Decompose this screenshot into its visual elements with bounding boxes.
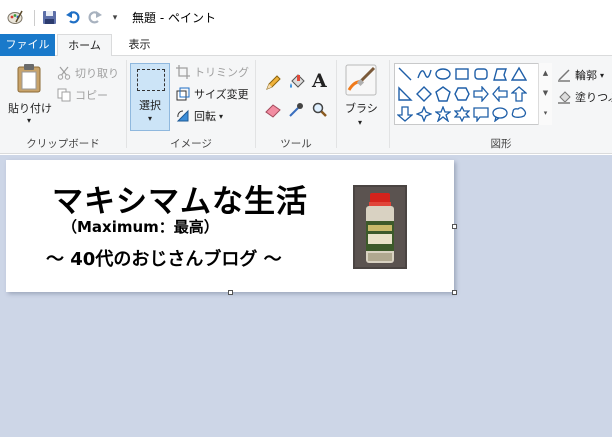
canvas-title-text: マキシマムな生活 <box>52 184 308 220</box>
shapes-gallery-scrollbar[interactable]: ▲ ▼ ▾ <box>538 63 552 125</box>
right-triangle-shape-icon[interactable] <box>395 84 415 104</box>
paste-icon[interactable] <box>16 63 44 96</box>
eraser-icon[interactable] <box>264 102 282 121</box>
paint-app-icon[interactable] <box>6 8 24 26</box>
paste-label: 貼り付け <box>8 102 52 115</box>
brushes-dropdown-caret[interactable]: ▾ <box>358 118 362 127</box>
tab-home[interactable]: ホーム <box>57 34 112 57</box>
rectangular-callout-shape-icon[interactable] <box>471 104 491 124</box>
customize-quick-access-icon[interactable]: ▾ <box>106 9 124 27</box>
crop-label: トリミング <box>194 66 249 79</box>
cloud-callout-shape-icon[interactable] <box>509 104 529 124</box>
title-bar: ▾ 無題 - ペイント <box>0 0 612 34</box>
color-picker-icon[interactable] <box>288 102 304 121</box>
outline-button[interactable]: 輪郭 ▾ <box>556 65 604 85</box>
fill-bucket-icon[interactable] <box>288 73 306 94</box>
scissors-icon <box>56 65 72 81</box>
clipboard-group-label: クリップボード <box>26 138 100 150</box>
magnifier-icon[interactable] <box>312 102 328 121</box>
rotate-icon <box>175 108 191 124</box>
outline-dropdown-caret: ▾ <box>600 70 605 80</box>
select-label: 選択 <box>139 99 161 112</box>
select-rectangle-icon <box>137 69 165 91</box>
canvas-resize-handle-bottom[interactable] <box>228 290 233 295</box>
window-title: 無題 - ペイント <box>132 11 216 25</box>
brushes-button[interactable]: ブラシ <box>345 100 378 116</box>
four-point-star-shape-icon[interactable] <box>414 104 434 124</box>
cut-button[interactable]: 切り取り <box>56 63 119 83</box>
canvas-subtitle-text: （Maximum：最高） <box>62 218 219 236</box>
gallery-scroll-up-icon[interactable]: ▲ <box>539 63 552 83</box>
curve-shape-icon[interactable] <box>414 64 434 84</box>
rotate-dropdown-caret: ▾ <box>219 111 224 121</box>
up-arrow-shape-icon[interactable] <box>509 84 529 104</box>
canvas-resize-handle-corner[interactable] <box>452 290 457 295</box>
outline-label: 輪郭 <box>575 69 597 82</box>
fill-label: 塗りつぶ <box>575 91 612 104</box>
gallery-scroll-down-icon[interactable]: ▼ <box>539 83 552 103</box>
crop-button[interactable]: トリミング <box>175 62 249 82</box>
pencil-icon[interactable] <box>264 74 282 95</box>
image-group-label: イメージ <box>170 138 212 150</box>
save-icon[interactable] <box>40 8 58 26</box>
ribbon: 貼り付け ▾ 切り取り コピー クリップボード 選択 ▾ トリミング サイズ変更… <box>0 56 612 154</box>
brushes-label: ブラシ <box>345 102 378 115</box>
undo-icon[interactable] <box>64 8 82 26</box>
six-point-star-shape-icon[interactable] <box>452 104 472 124</box>
down-arrow-shape-icon[interactable] <box>395 104 415 124</box>
fill-button[interactable]: 塗りつぶ <box>556 87 612 107</box>
outline-icon <box>556 67 572 83</box>
copy-icon <box>56 87 72 103</box>
rounded-rectangle-shape-icon[interactable] <box>471 64 491 84</box>
copy-label: コピー <box>75 89 108 102</box>
rotate-label: 回転 <box>194 110 216 123</box>
drawing-canvas[interactable]: マキシマムな生活 （Maximum：最高） ～ 40代のおじさんブログ ～ <box>6 160 454 292</box>
brush-icon[interactable] <box>345 64 377 99</box>
tools-group-label: ツール <box>280 138 312 150</box>
left-arrow-shape-icon[interactable] <box>490 84 510 104</box>
triangle-shape-icon[interactable] <box>509 64 529 84</box>
copy-button[interactable]: コピー <box>56 85 108 105</box>
resize-label: サイズ変更 <box>194 88 249 101</box>
resize-icon <box>175 86 191 102</box>
image-group: 選択 ▾ トリミング サイズ変更 回転 ▾ イメージ <box>127 56 255 154</box>
brushes-group: ブラシ ▾ <box>337 56 389 154</box>
rotate-button[interactable]: 回転 ▾ <box>175 106 223 126</box>
crop-icon <box>175 64 191 80</box>
ribbon-tabs: ファイル ホーム 表示 <box>0 34 612 57</box>
rectangle-shape-icon[interactable] <box>452 64 472 84</box>
line-shape-icon[interactable] <box>395 64 415 84</box>
tab-file[interactable]: ファイル <box>0 34 55 56</box>
right-arrow-shape-icon[interactable] <box>471 84 491 104</box>
gallery-expand-icon[interactable]: ▾ <box>539 103 552 123</box>
cut-label: 切り取り <box>75 67 119 80</box>
paste-dropdown-caret[interactable]: ▾ <box>27 116 31 125</box>
select-button[interactable]: 選択 ▾ <box>130 63 170 131</box>
canvas-workspace[interactable]: マキシマムな生活 （Maximum：最高） ～ 40代のおじさんブログ ～ <box>0 155 612 437</box>
canvas-resize-handle-right[interactable] <box>452 224 457 229</box>
paste-button[interactable]: 貼り付け <box>8 100 52 116</box>
five-point-star-shape-icon[interactable] <box>433 104 453 124</box>
select-dropdown-caret: ▾ <box>147 114 152 123</box>
shapes-gallery: ▲ ▼ ▾ <box>394 63 552 125</box>
diamond-shape-icon[interactable] <box>414 84 434 104</box>
canvas-tagline-text: ～ 40代のおじさんブログ ～ <box>46 249 282 270</box>
pentagon-shape-icon[interactable] <box>433 84 453 104</box>
tools-group: A ツール <box>256 56 336 154</box>
oval-shape-icon[interactable] <box>433 64 453 84</box>
fill-icon <box>556 89 572 105</box>
clipboard-group: 貼り付け ▾ 切り取り コピー クリップボード <box>0 56 126 154</box>
redo-icon[interactable] <box>86 8 104 26</box>
polygon-shape-icon[interactable] <box>490 64 510 84</box>
oval-callout-shape-icon[interactable] <box>490 104 510 124</box>
shapes-group-label: 図形 <box>490 138 512 150</box>
text-tool-icon[interactable]: A <box>312 70 327 92</box>
quick-access-separator <box>34 10 35 26</box>
resize-button[interactable]: サイズ変更 <box>175 84 249 104</box>
tab-view[interactable]: 表示 <box>117 34 162 56</box>
hexagon-shape-icon[interactable] <box>452 84 472 104</box>
product-jar-image <box>353 185 407 269</box>
